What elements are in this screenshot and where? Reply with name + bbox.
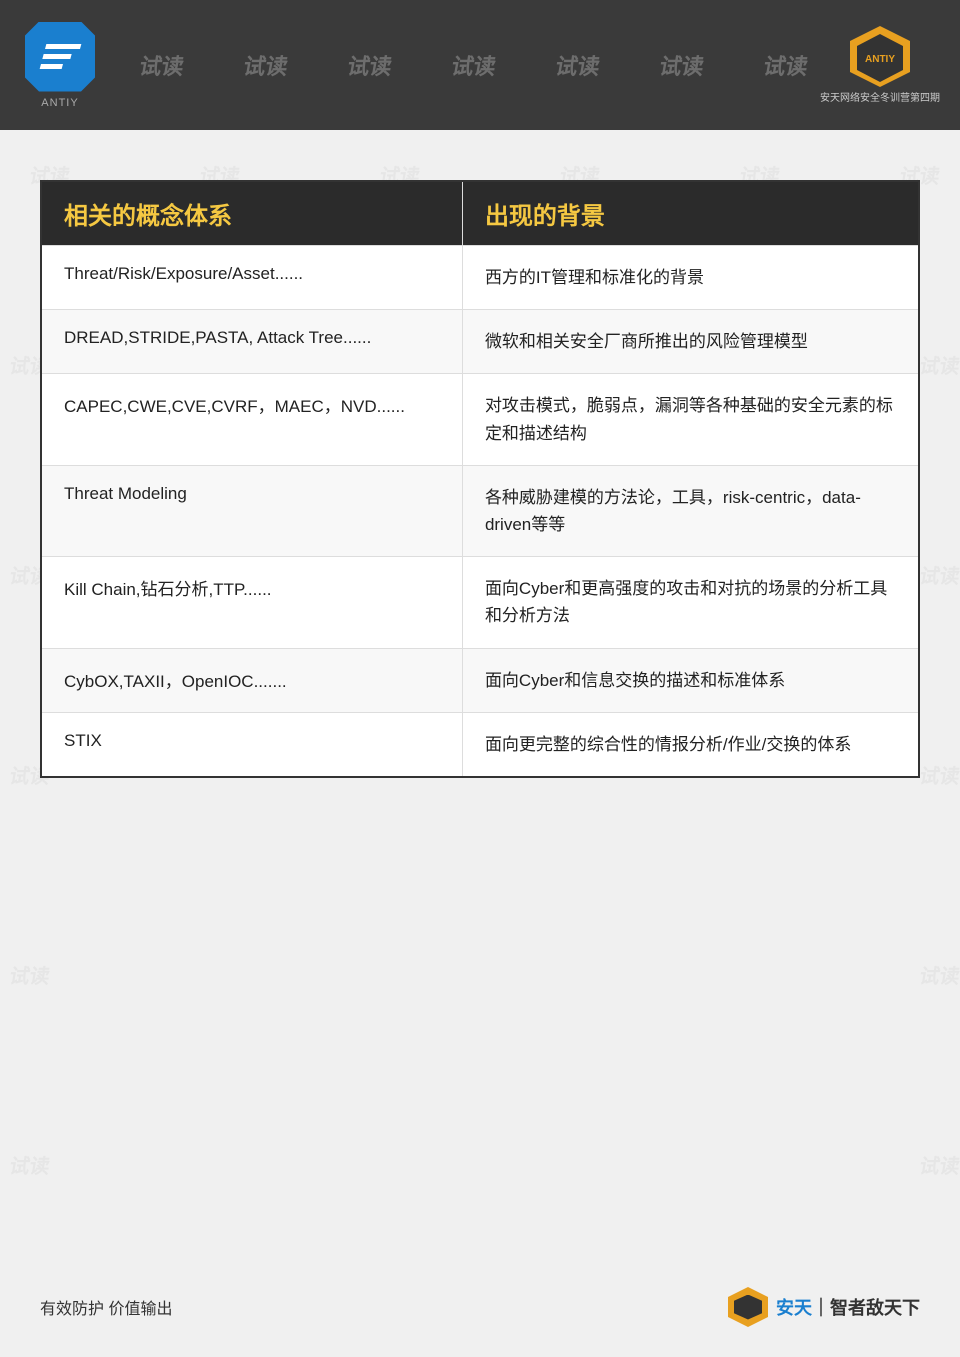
table-cell-left: CAPEC,CWE,CVE,CVRF，MAEC，NVD...... <box>41 374 462 465</box>
header-wm-7: 试读 <box>761 49 811 81</box>
table-cell-right: 面向Cyber和信息交换的描述和标准体系 <box>462 648 919 712</box>
table-cell-left: Kill Chain,钻石分析,TTP...... <box>41 557 462 648</box>
table-cell-right: 对攻击模式，脆弱点，漏洞等各种基础的安全元素的标定和描述结构 <box>462 374 919 465</box>
footer: 有效防护 价值输出 安天｜智者敌天下 <box>40 1287 920 1327</box>
table-cell-left: STIX <box>41 712 462 777</box>
svg-text:ANTIY: ANTIY <box>865 54 895 65</box>
footer-brand-black: ｜智者敌天下 <box>812 1298 920 1318</box>
table-cell-right: 西方的IT管理和标准化的背景 <box>462 246 919 310</box>
table-cell-left: DREAD,STRIDE,PASTA, Attack Tree...... <box>41 310 462 374</box>
footer-logo <box>728 1287 768 1327</box>
table-cell-left: Threat/Risk/Exposure/Asset...... <box>41 246 462 310</box>
logo-shape <box>25 22 95 92</box>
header-wm-4: 试读 <box>449 49 499 81</box>
header-wm-6: 试读 <box>657 49 707 81</box>
footer-brand: 安天｜智者敌天下 <box>776 1294 920 1320</box>
table-row: DREAD,STRIDE,PASTA, Attack Tree......微软和… <box>41 310 919 374</box>
table-cell-right: 微软和相关安全厂商所推出的风险管理模型 <box>462 310 919 374</box>
table-cell-left: Threat Modeling <box>41 465 462 556</box>
table-row: Threat/Risk/Exposure/Asset......西方的IT管理和… <box>41 246 919 310</box>
table-row: Kill Chain,钻石分析,TTP......面向Cyber和更高强度的攻击… <box>41 557 919 648</box>
table-cell-right: 面向Cyber和更高强度的攻击和对抗的场景的分析工具和分析方法 <box>462 557 919 648</box>
table-cell-right: 各种威胁建模的方法论，工具，risk-centric，data-driven等等 <box>462 465 919 556</box>
footer-left-text: 有效防护 价值输出 <box>40 1295 172 1319</box>
table-col2-header: 出现的背景 <box>462 181 919 246</box>
logo-text: ANTIY <box>41 97 78 109</box>
header-wm-2: 试读 <box>241 49 291 81</box>
right-logo-svg: ANTIY <box>845 24 915 89</box>
footer-brand-blue: 安天 <box>776 1298 812 1318</box>
concept-table: 相关的概念体系 出现的背景 Threat/Risk/Exposure/Asset… <box>40 180 920 778</box>
watermark: 试读 <box>917 1150 960 1179</box>
footer-logo-inner <box>734 1295 762 1320</box>
watermark: 试读 <box>7 1150 52 1179</box>
table-cell-right: 面向更完整的综合性的情报分析/作业/交换的体系 <box>462 712 919 777</box>
logo-line-2 <box>42 54 71 59</box>
header-wm-5: 试读 <box>553 49 603 81</box>
table-header-row: 相关的概念体系 出现的背景 <box>41 181 919 246</box>
table-row: CybOX,TAXII，OpenIOC.......面向Cyber和信息交换的描… <box>41 648 919 712</box>
watermark: 试读 <box>7 960 52 989</box>
header-right-logo: ANTIY <box>840 26 920 86</box>
header: ANTIY 试读 试读 试读 试读 试读 试读 试读 ANTIY 安天网络安全冬… <box>0 0 960 130</box>
logo-lines <box>39 44 81 69</box>
table-row: STIX面向更完整的综合性的情报分析/作业/交换的体系 <box>41 712 919 777</box>
watermark: 试读 <box>917 960 960 989</box>
table-col1-header: 相关的概念体系 <box>41 181 462 246</box>
header-wm-1: 试读 <box>137 49 187 81</box>
footer-right: 安天｜智者敌天下 <box>728 1287 920 1327</box>
table-cell-left: CybOX,TAXII，OpenIOC....... <box>41 648 462 712</box>
main-content: 相关的概念体系 出现的背景 Threat/Risk/Exposure/Asset… <box>0 130 960 818</box>
header-right-subtext: 安天网络安全冬训营第四期 <box>820 89 940 104</box>
table-row: CAPEC,CWE,CVE,CVRF，MAEC，NVD......对攻击模式，脆… <box>41 374 919 465</box>
header-wm-3: 试读 <box>345 49 395 81</box>
table-row: Threat Modeling各种威胁建模的方法论，工具，risk-centri… <box>41 465 919 556</box>
logo-line-3 <box>39 64 62 69</box>
header-watermarks: 试读 试读 试读 试读 试读 试读 试读 <box>0 0 960 130</box>
logo-line-1 <box>45 44 81 49</box>
header-right: ANTIY 安天网络安全冬训营第四期 <box>820 26 940 104</box>
logo-area: ANTIY <box>0 0 120 130</box>
